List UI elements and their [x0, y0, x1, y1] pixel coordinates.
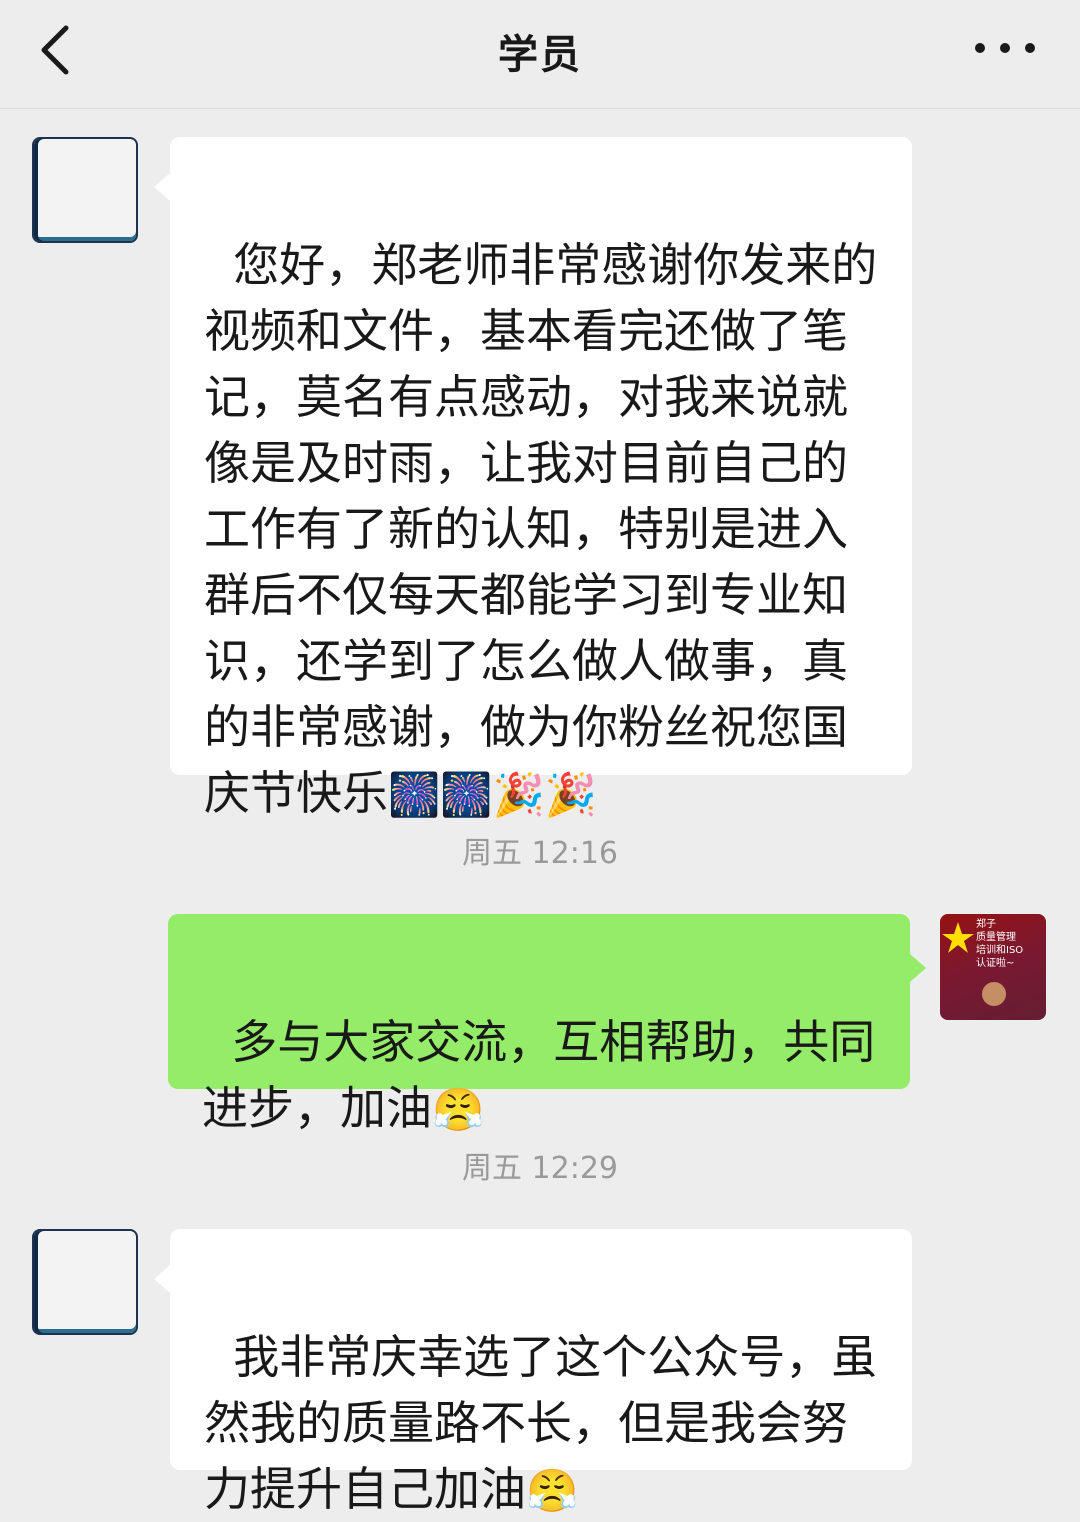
avatar-caption: 郑子 质量管理 培训和ISO 认证啦~: [976, 919, 1024, 969]
message-timestamp: 周五 12:29: [462, 1151, 618, 1186]
top-bar: 学员: [0, 0, 1080, 109]
contact-avatar[interactable]: [32, 137, 138, 243]
message-bubble-outgoing[interactable]: 多与大家交流，互相帮助，共同进步，加油😤: [168, 914, 926, 1135]
more-button[interactable]: [970, 30, 1040, 66]
more-dots-icon: [975, 43, 1035, 53]
my-avatar[interactable]: 郑子 质量管理 培训和ISO 认证啦~: [940, 914, 1046, 1020]
message-text: 您好，郑老师非常感谢你发来的视频和文件，基本看完还做了笔记，莫名有点感动，对我来…: [204, 238, 878, 820]
determined-face-emoji-icon: 😤: [526, 1466, 579, 1515]
chat-title: 学员: [498, 32, 582, 78]
message-timestamp: 周五 12:16: [462, 836, 618, 871]
message-bubble-incoming[interactable]: 我非常庆幸选了这个公众号，虽然我的质量路不长，但是我会努力提升自己加油😤: [154, 1229, 912, 1516]
determined-face-emoji-icon: 😤: [432, 1085, 485, 1134]
message-text: 多与大家交流，互相帮助，共同进步，加油: [202, 1015, 876, 1135]
message-bubble-incoming[interactable]: 您好，郑老师非常感谢你发来的视频和文件，基本看完还做了笔记，莫名有点感动，对我来…: [154, 137, 912, 820]
firework-party-emoji-icon: 🎆🎆🎉🎉: [388, 770, 598, 819]
contact-avatar[interactable]: [32, 1229, 138, 1335]
